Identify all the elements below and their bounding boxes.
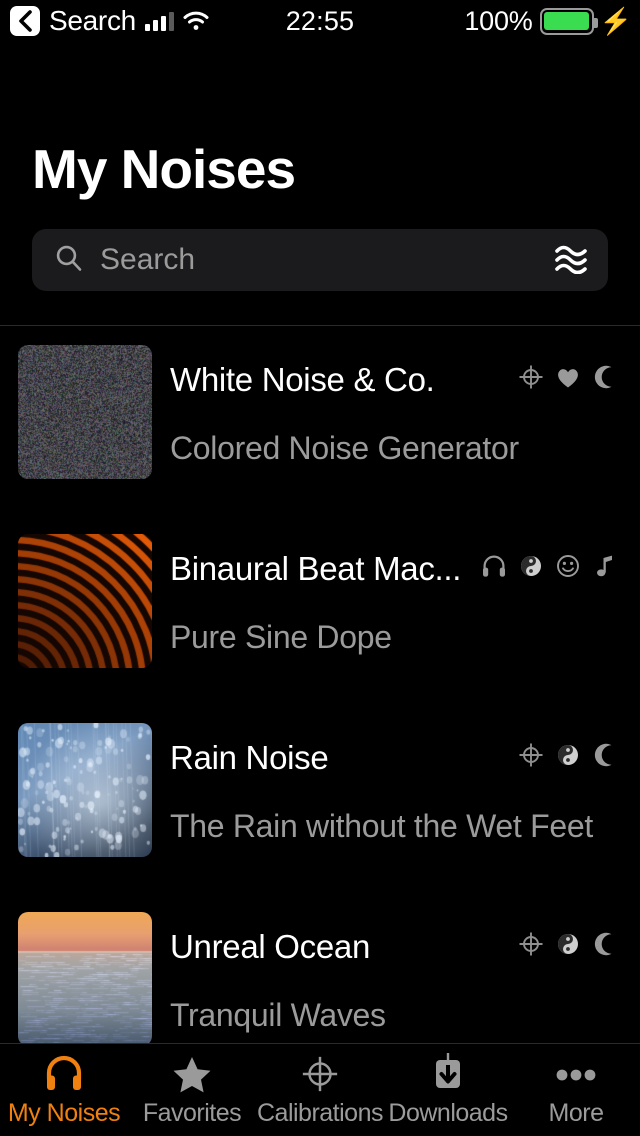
list-item[interactable]: Binaural Beat Mac... Pure Sine Dope (0, 515, 640, 704)
tab-downloads[interactable]: Downloads (384, 1044, 512, 1136)
list-item[interactable]: Unreal Ocean Tranquil Waves (0, 893, 640, 1043)
headphones-icon (481, 553, 507, 579)
list-item-subtitle: Tranquil Waves (170, 997, 386, 1034)
yin-yang-icon (555, 742, 581, 768)
crosshair-icon (518, 364, 544, 390)
heart-icon (555, 364, 581, 390)
battery-full-icon (540, 8, 594, 35)
tab-label: Downloads (388, 1099, 507, 1128)
crosshair-icon (299, 1052, 341, 1096)
search-input[interactable] (100, 243, 554, 277)
tab-calibrations[interactable]: Calibrations (256, 1044, 384, 1136)
yin-yang-icon (555, 931, 581, 957)
binaural-rings-thumbnail (18, 534, 152, 668)
list-item-badges (481, 551, 618, 581)
white-noise-static-thumbnail (18, 345, 152, 479)
list-item-badges (518, 362, 618, 392)
search-icon (54, 243, 84, 278)
tab-label: My Noises (8, 1099, 120, 1128)
moon-icon (592, 742, 618, 768)
tab-label: Calibrations (257, 1099, 383, 1128)
tab-bar: My Noises Favorites Calibrations Downloa… (0, 1043, 640, 1136)
headphones-icon (43, 1052, 85, 1096)
list-item-subtitle: Pure Sine Dope (170, 619, 392, 656)
noise-list[interactable]: White Noise & Co. Colored Noise Generato… (0, 325, 640, 1043)
yin-yang-icon (518, 553, 544, 579)
list-item-badges (518, 740, 618, 770)
tab-label: Favorites (143, 1099, 241, 1128)
music-note-icon (592, 553, 618, 579)
status-bar: Search 22:55 100% ⚡ (0, 0, 640, 42)
list-item-subtitle: The Rain without the Wet Feet (170, 808, 593, 845)
star-icon (171, 1052, 213, 1096)
list-item[interactable]: Rain Noise The Rain without the Wet Feet (0, 704, 640, 893)
crosshair-icon (518, 931, 544, 957)
crosshair-icon (518, 742, 544, 768)
tab-label: More (549, 1099, 604, 1128)
download-icon (427, 1052, 469, 1096)
list-item-badges (518, 929, 618, 959)
list-item-title: Unreal Ocean (170, 928, 370, 966)
tab-my-noises[interactable]: My Noises (0, 1044, 128, 1136)
moon-icon (592, 364, 618, 390)
ellipsis-icon (552, 1052, 600, 1096)
tab-favorites[interactable]: Favorites (128, 1044, 256, 1136)
rain-window-thumbnail (18, 723, 152, 857)
sunset-ocean-thumbnail (18, 912, 152, 1043)
list-item-title: Binaural Beat Mac... (170, 550, 461, 588)
tab-more[interactable]: More (512, 1044, 640, 1136)
list-item-title: Rain Noise (170, 739, 328, 777)
lightning-bolt-icon: ⚡ (600, 8, 632, 34)
list-item-title: White Noise & Co. (170, 361, 435, 399)
status-bar-right: 100% ⚡ (464, 6, 632, 37)
app-screen: Search 22:55 100% ⚡ My Noises Search Whi… (0, 0, 640, 1136)
battery-percent-label: 100% (464, 6, 532, 37)
page-title: My Noises (32, 137, 295, 201)
search-bar[interactable] (32, 229, 608, 291)
smiley-icon (555, 553, 581, 579)
moon-icon (592, 931, 618, 957)
list-item[interactable]: White Noise & Co. Colored Noise Generato… (0, 326, 640, 515)
list-item-subtitle: Colored Noise Generator (170, 430, 519, 467)
waves-icon[interactable] (554, 242, 588, 279)
